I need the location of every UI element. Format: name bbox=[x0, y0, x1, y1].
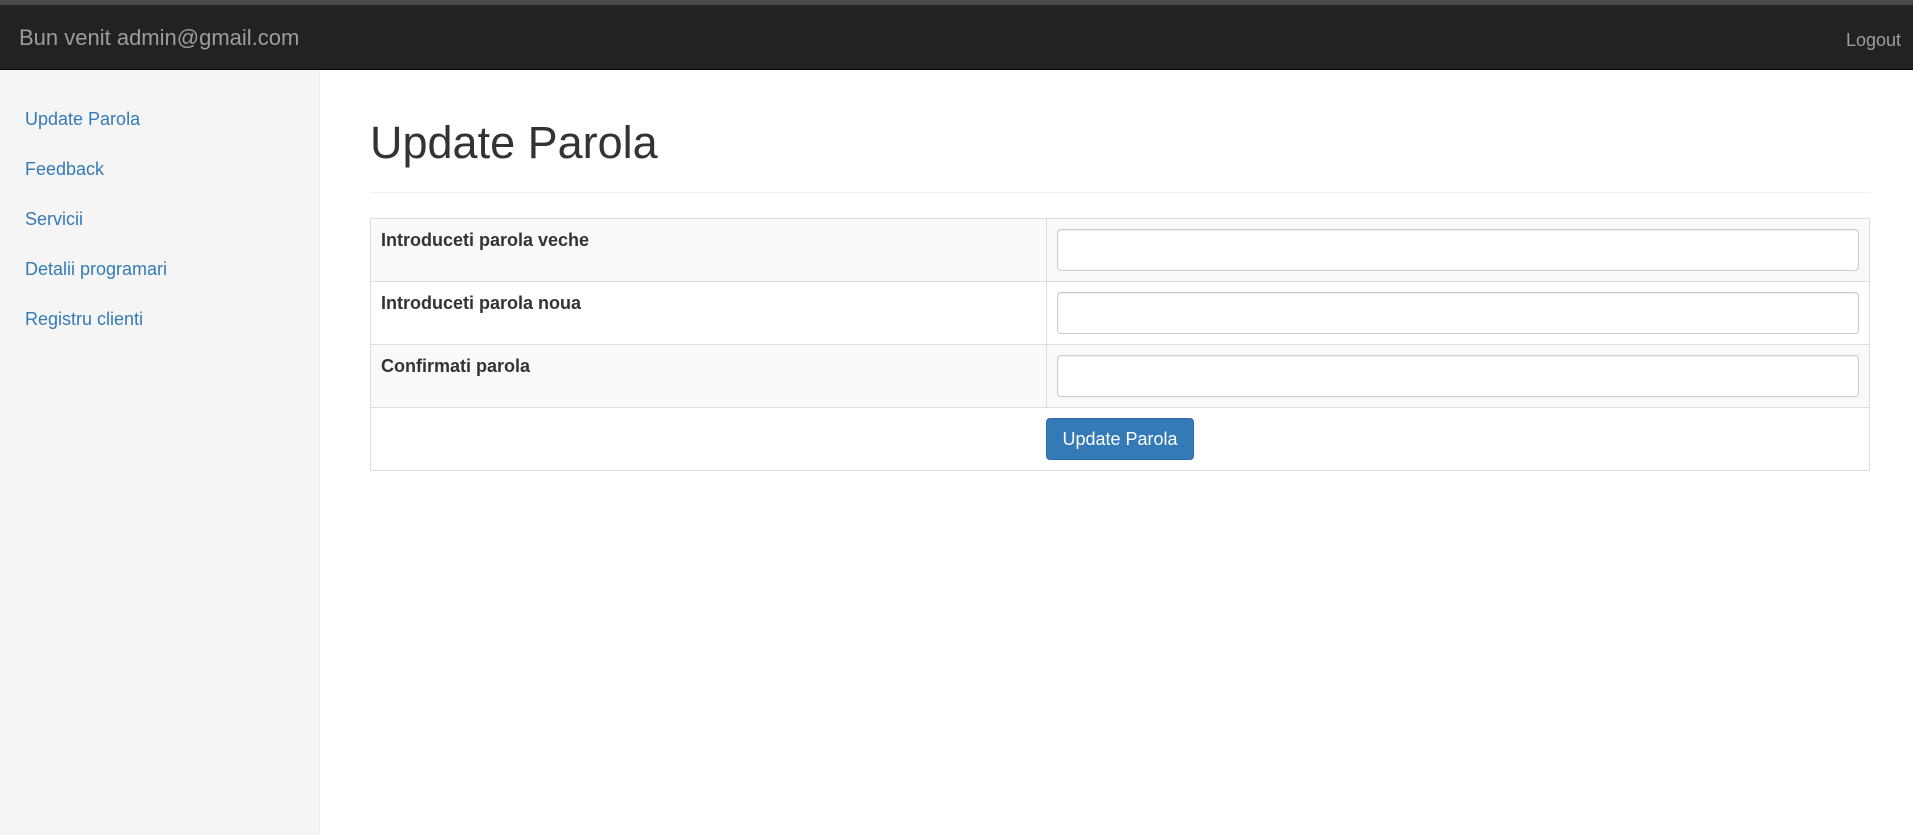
old-password-input[interactable] bbox=[1057, 229, 1859, 271]
old-password-label: Introduceti parola veche bbox=[370, 218, 1047, 282]
form-row-new-password: Introduceti parola noua bbox=[370, 281, 1870, 345]
form-row-old-password: Introduceti parola veche bbox=[370, 218, 1870, 282]
new-password-input[interactable] bbox=[1057, 292, 1859, 334]
navbar-brand[interactable]: Bun venit admin@gmail.com bbox=[19, 25, 299, 51]
main-content: Update Parola Introduceti parola veche I… bbox=[370, 70, 1870, 471]
form-row-confirm-password: Confirmati parola bbox=[370, 344, 1870, 408]
top-navbar: Bun venit admin@gmail.com Logout bbox=[0, 5, 1913, 70]
logout-link[interactable]: Logout bbox=[1846, 29, 1901, 51]
confirm-password-input[interactable] bbox=[1057, 355, 1859, 397]
confirm-password-label: Confirmati parola bbox=[370, 344, 1047, 408]
page-title: Update Parola bbox=[370, 117, 658, 168]
password-form-table: Introduceti parola veche Introduceti par… bbox=[370, 218, 1870, 471]
sidebar-item-servicii[interactable]: Servicii bbox=[0, 206, 319, 256]
update-password-form: Introduceti parola veche Introduceti par… bbox=[370, 218, 1870, 471]
form-row-submit: Update Parola bbox=[370, 407, 1870, 471]
update-password-button[interactable]: Update Parola bbox=[1046, 418, 1194, 460]
new-password-label: Introduceti parola noua bbox=[370, 281, 1047, 345]
sidebar-item-detalii-programari[interactable]: Detalii programari bbox=[0, 256, 319, 306]
sidebar: Update Parola Feedback Servicii Detalii … bbox=[0, 70, 320, 835]
page-header: Update Parola bbox=[370, 118, 1870, 193]
sidebar-item-feedback[interactable]: Feedback bbox=[0, 156, 319, 206]
sidebar-item-update-parola[interactable]: Update Parola bbox=[0, 106, 319, 156]
sidebar-item-registru-clienti[interactable]: Registru clienti bbox=[0, 306, 319, 356]
